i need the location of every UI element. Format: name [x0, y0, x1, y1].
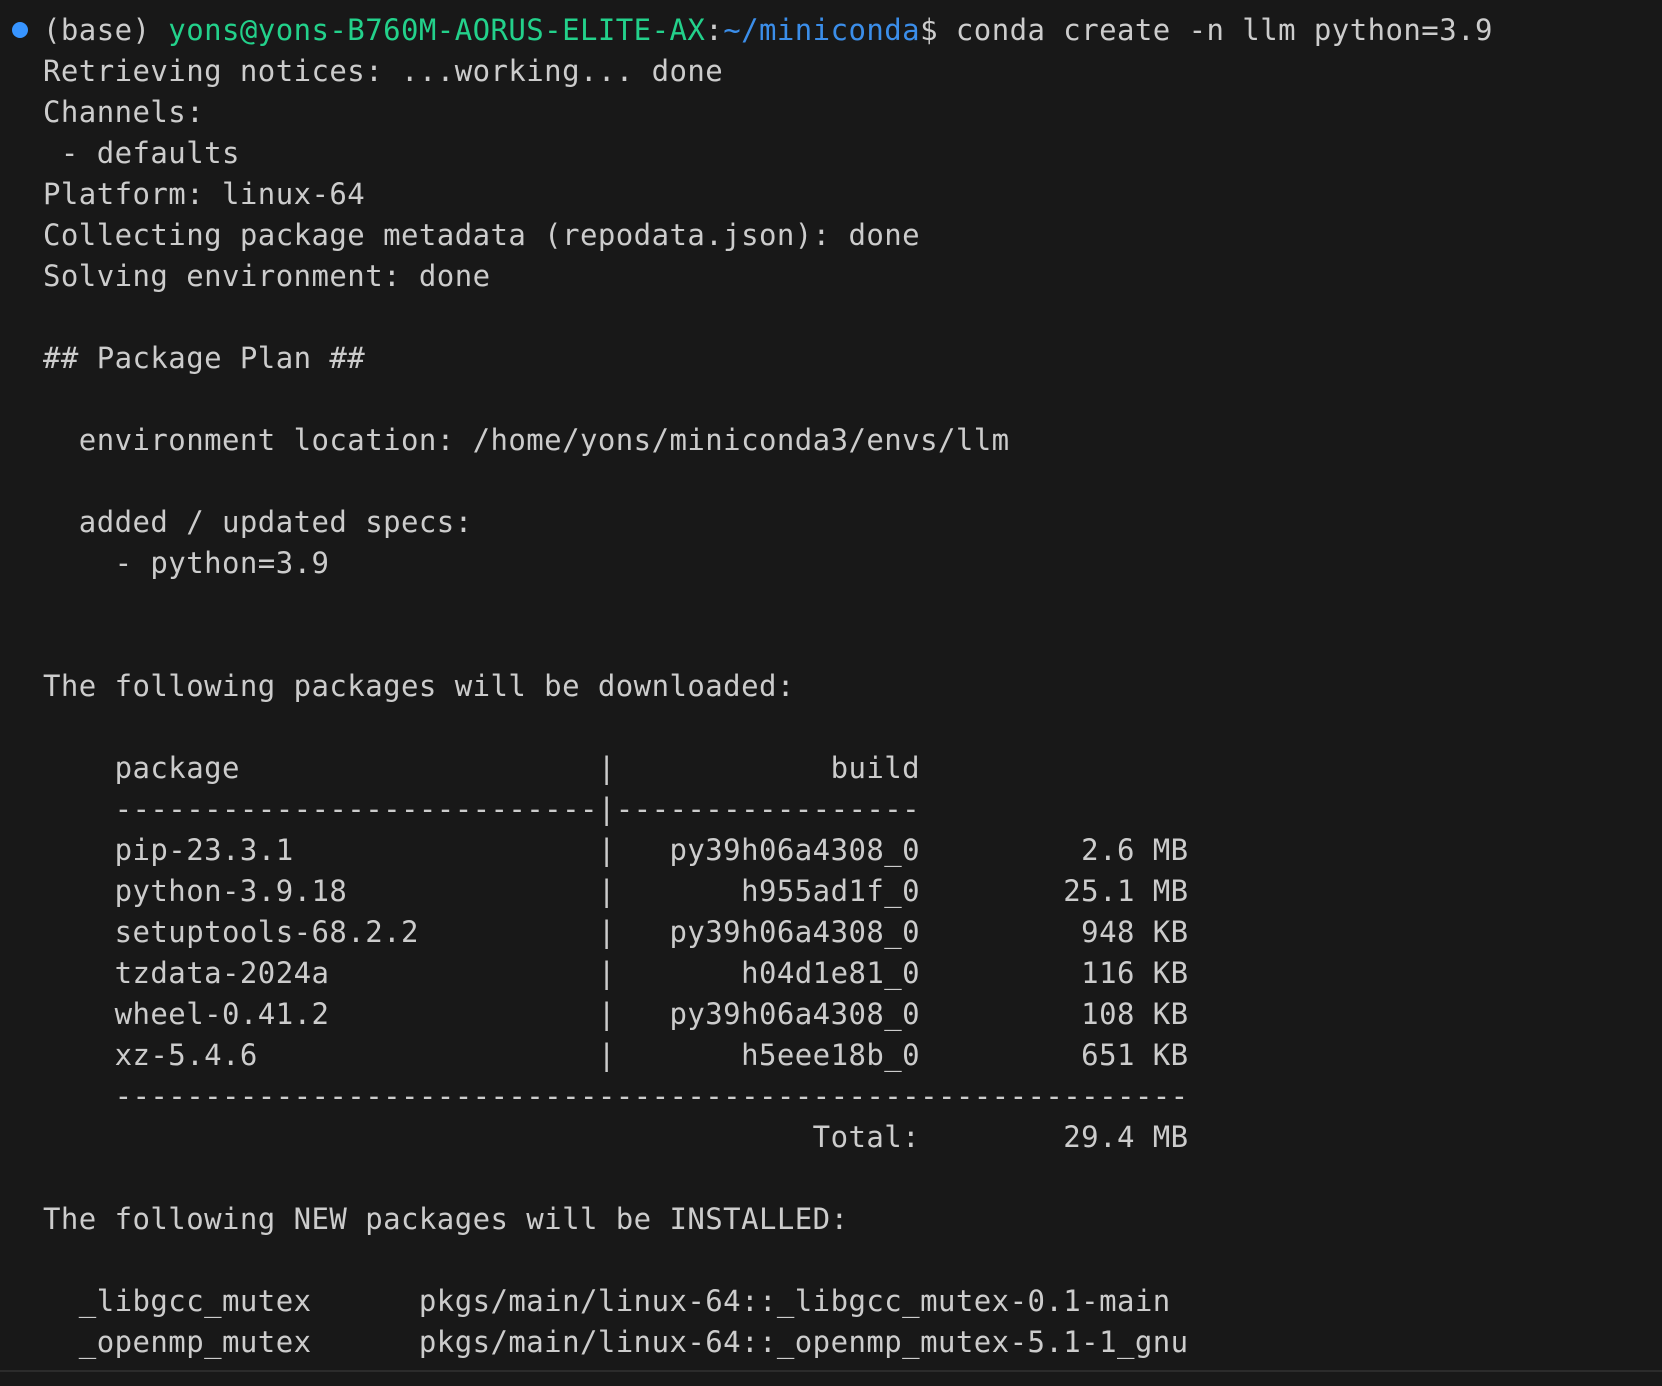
package-plan-heading: ## Package Plan ##: [43, 341, 366, 375]
current-directory: ~/miniconda: [723, 13, 921, 47]
output-line-platform: Platform: linux-64: [43, 177, 366, 211]
command-status-dot-icon[interactable]: [12, 22, 28, 38]
conda-env-name: (base): [43, 13, 169, 47]
output-line-channels: Channels:: [43, 95, 205, 129]
output-line-solving: Solving environment: done: [43, 259, 491, 293]
table-row: setuptools-68.2.2 | py39h06a4308_0 948 K…: [43, 915, 1189, 949]
table-row: pip-23.3.1 | py39h06a4308_0 2.6 MB: [43, 833, 1189, 867]
table-row: tzdata-2024a | h04d1e81_0 116 KB: [43, 956, 1189, 990]
prompt-line: (base) yons@yons-B760M-AORUS-ELITE-AX:~/…: [43, 10, 1493, 51]
panel-bottom-divider: [0, 1370, 1662, 1372]
output-line-channel-default: - defaults: [43, 136, 240, 170]
terminal-window[interactable]: (base) yons@yons-B760M-AORUS-ELITE-AX:~/…: [0, 0, 1662, 1386]
download-table-header: package | build: [43, 751, 921, 785]
prompt-colon: :: [705, 13, 724, 47]
download-table-footer-separator: ----------------------------------------…: [43, 1079, 1189, 1113]
output-line-retrieving: Retrieving notices: ...working... done: [43, 54, 724, 88]
command-text: conda create -n llm python=3.9: [955, 13, 1493, 47]
table-row: xz-5.4.6 | h5eee18b_0 651 KB: [43, 1038, 1189, 1072]
list-item: _libgcc_mutex pkgs/main/linux-64::_libgc…: [43, 1284, 1171, 1318]
table-row: python-3.9.18 | h955ad1f_0 25.1 MB: [43, 874, 1189, 908]
user-host: yons@yons-B760M-AORUS-ELITE-AX: [168, 13, 706, 47]
table-row: wheel-0.41.2 | py39h06a4308_0 108 KB: [43, 997, 1189, 1031]
install-heading: The following NEW packages will be INSTA…: [43, 1202, 849, 1236]
environment-location: environment location: /home/yons/minicon…: [43, 423, 1010, 457]
output-line-collecting: Collecting package metadata (repodata.js…: [43, 218, 921, 252]
download-heading: The following packages will be downloade…: [43, 669, 795, 703]
download-table-separator: ---------------------------|------------…: [43, 792, 921, 826]
download-total: Total: 29.4 MB: [43, 1120, 1189, 1154]
spec-item: - python=3.9: [43, 546, 330, 580]
list-item: _openmp_mutex pkgs/main/linux-64::_openm…: [43, 1325, 1189, 1359]
prompt-symbol: $: [920, 13, 956, 47]
added-specs-label: added / updated specs:: [43, 505, 473, 539]
